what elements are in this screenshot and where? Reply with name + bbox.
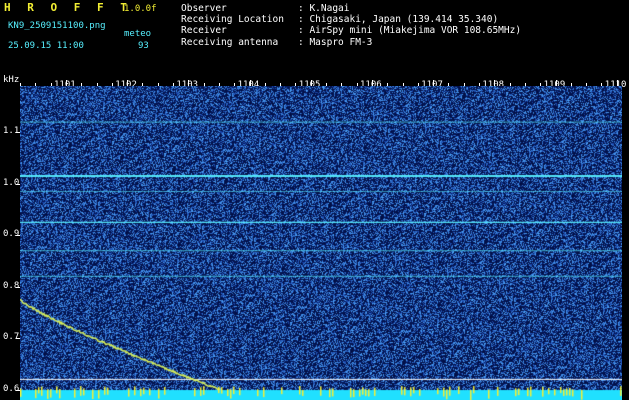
meteo-label: meteo xyxy=(124,29,152,39)
info-label: Observer xyxy=(181,3,227,14)
meteor-count: 93 xyxy=(138,41,149,51)
y-tick-label: 0.8 xyxy=(3,280,20,291)
version-label: 1.0.0f xyxy=(124,4,157,14)
y-tick-label: 0.6 xyxy=(3,383,20,394)
info-row-location: Receiving Location : Chigasaki, Japan (1… xyxy=(181,14,521,25)
timestamp: 25.09.15 11:00 xyxy=(8,41,84,51)
y-tick-label: 0.7 xyxy=(3,332,20,343)
info-value: : K.Nagai xyxy=(298,3,350,14)
station-info: Observer : K.Nagai Receiving Location : … xyxy=(181,3,521,48)
y-tick-label: 1.1 xyxy=(3,126,20,137)
info-row-antenna: Receiving antenna : Maspro FM-3 xyxy=(181,37,521,48)
info-value: : AirSpy mini (Miakejima VOR 108.65MHz) xyxy=(298,25,522,37)
file-name: KN9_2509151100.png xyxy=(8,21,106,31)
info-value: : Maspro FM-3 xyxy=(298,36,373,48)
info-value: : Chigasaki, Japan (139.414 35.340) xyxy=(298,14,499,26)
info-row-receiver: Receiver : AirSpy mini (Miakejima VOR 10… xyxy=(181,25,521,36)
info-row-observer: Observer : K.Nagai xyxy=(181,3,521,14)
info-label: Receiving antenna xyxy=(181,36,279,48)
y-axis-unit: kHz xyxy=(3,75,20,85)
y-tick-label: 0.9 xyxy=(3,229,20,240)
y-tick-label: 1.0 xyxy=(3,177,20,188)
spectrogram-waterfall xyxy=(20,86,622,400)
app-title: H R O F F T xyxy=(4,1,132,14)
info-label: Receiver xyxy=(181,25,227,37)
info-label: Receiving Location xyxy=(181,14,284,26)
